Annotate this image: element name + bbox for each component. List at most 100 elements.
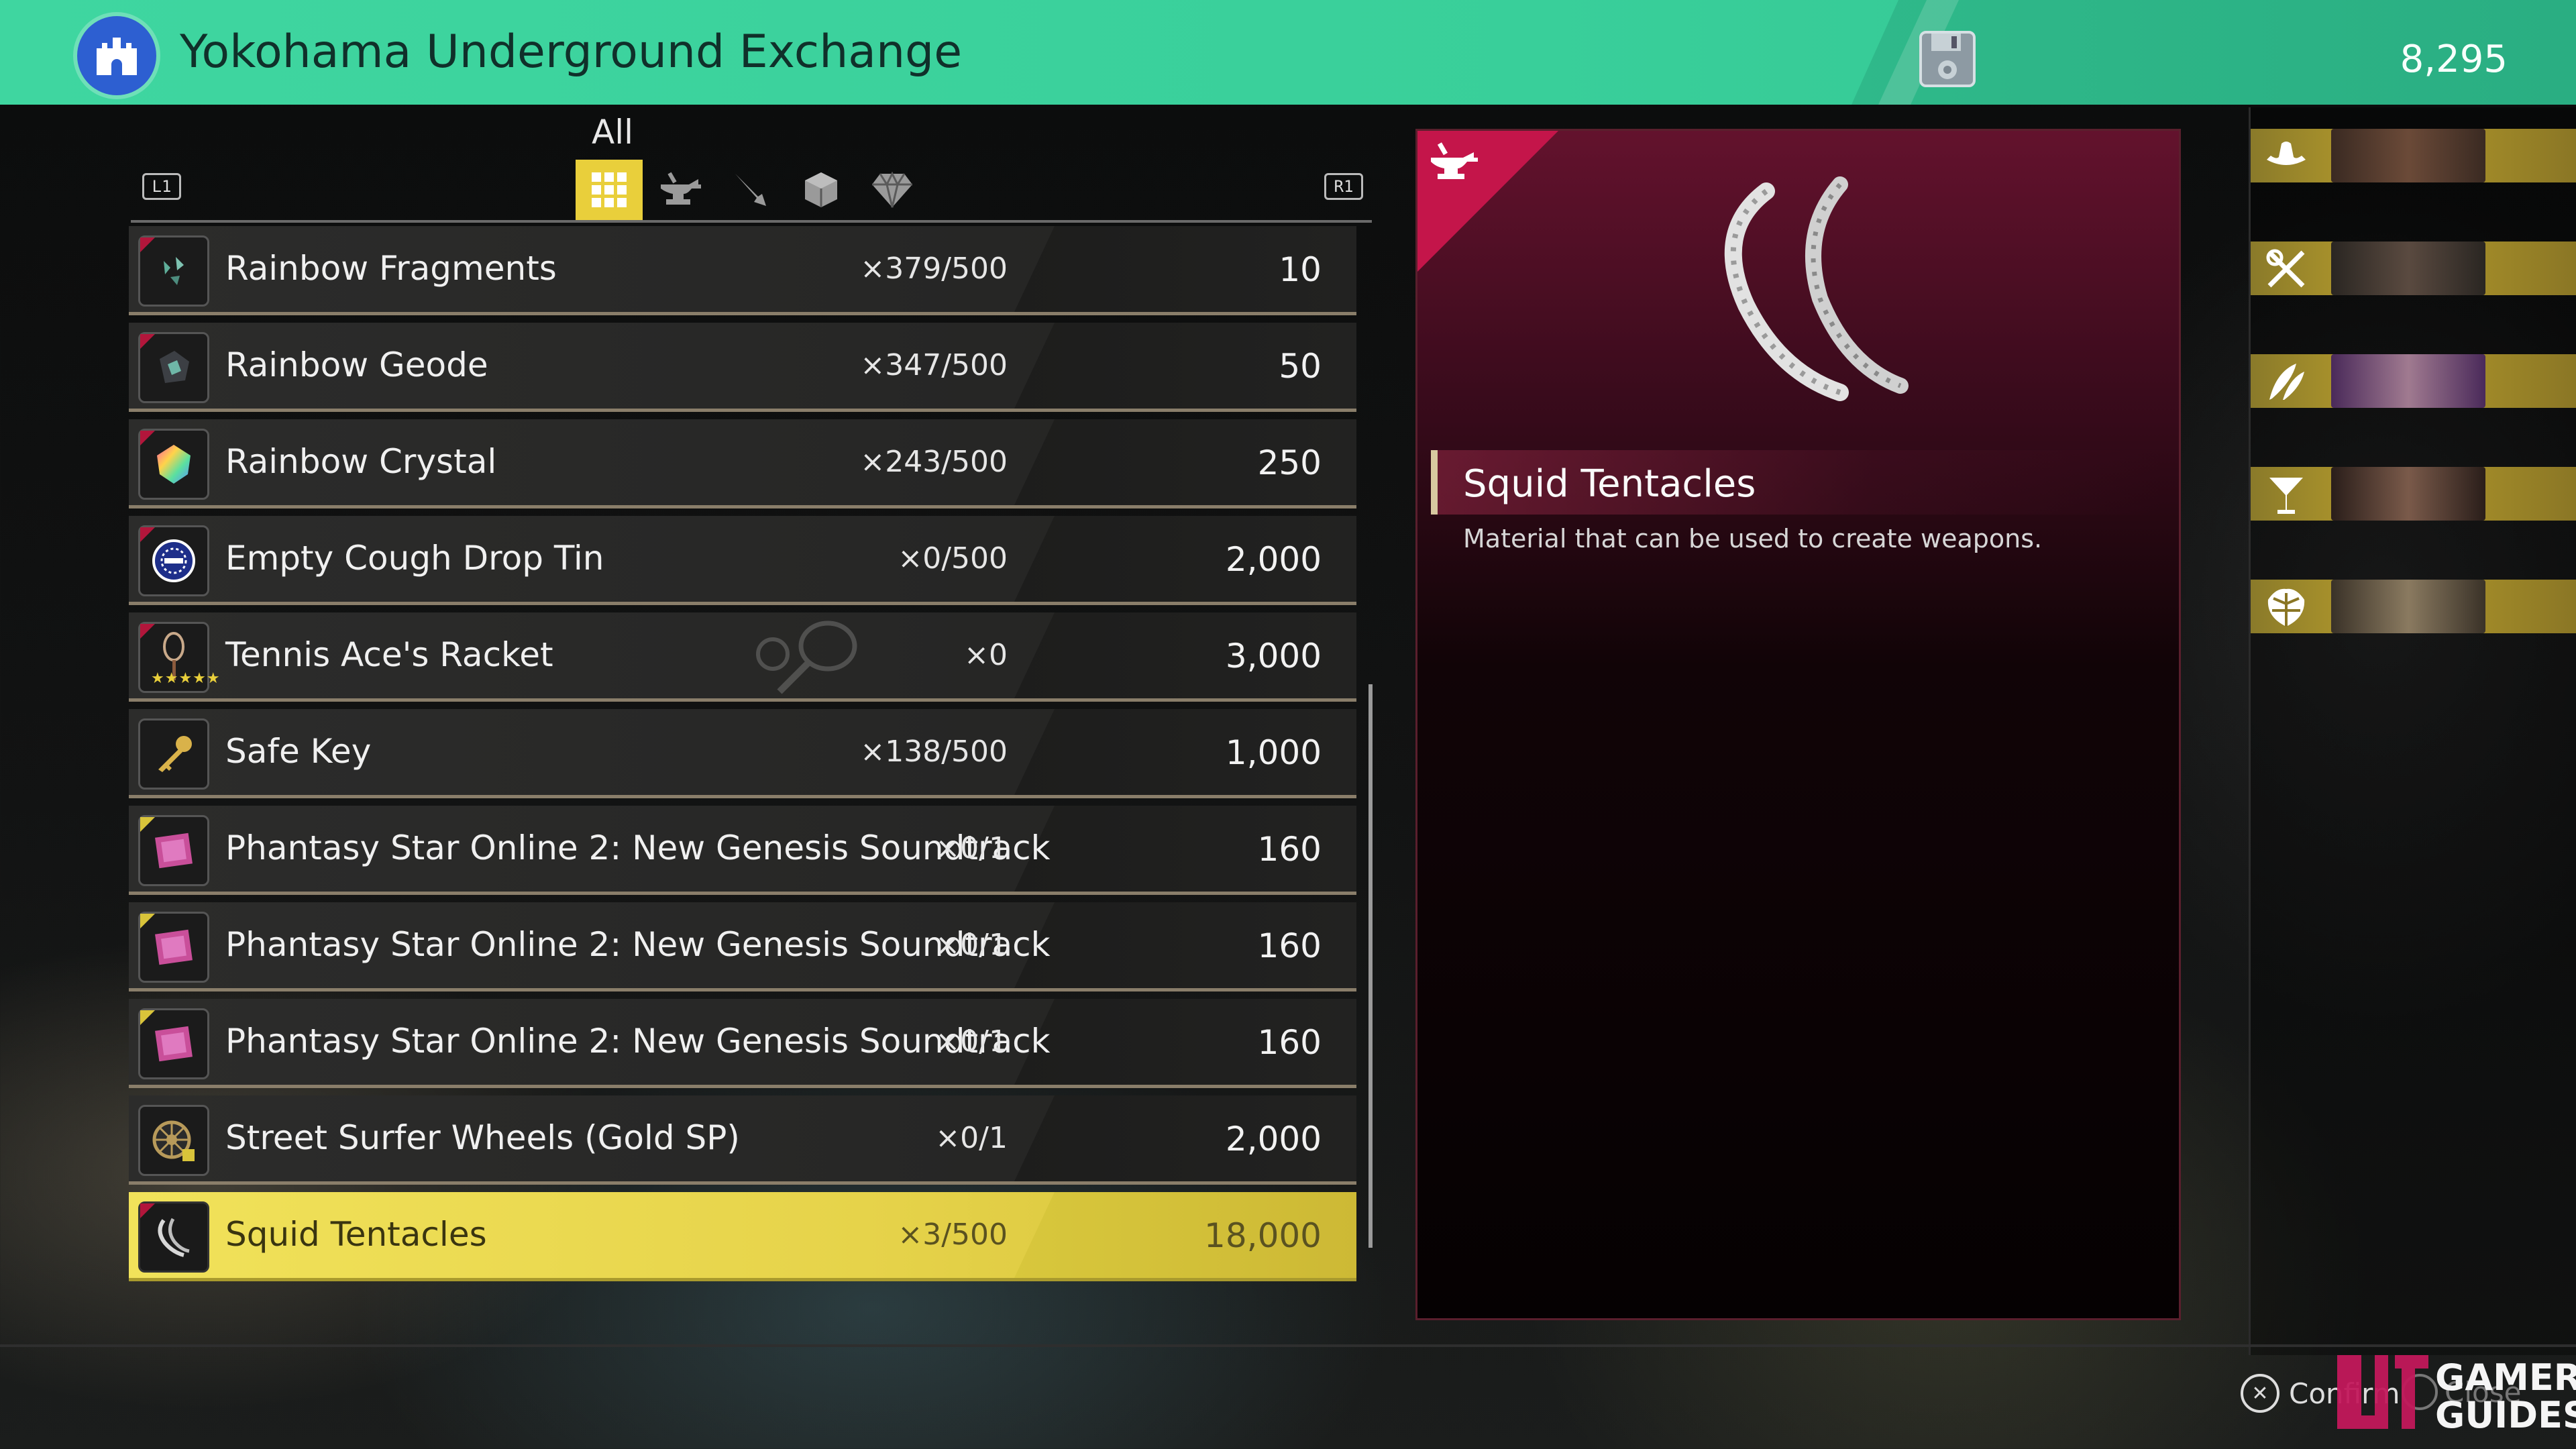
item-price: 18,000: [1204, 1216, 1322, 1255]
item-quantity: ×379/500: [860, 252, 1008, 286]
party-rail: [2249, 107, 2576, 1355]
grid-all-icon: [592, 172, 627, 207]
squid-tentacles-art: [1724, 176, 1909, 401]
item-price: 160: [1257, 926, 1322, 965]
cocktail-icon: [2269, 478, 2303, 514]
soundtrack-disc-icon: [138, 912, 209, 983]
footer-divider: [0, 1344, 2576, 1347]
avatar: [2331, 580, 2485, 633]
shop-title: Yokohama Underground Exchange: [180, 25, 963, 78]
box-icon: [805, 172, 837, 207]
item-detail-panel: Squid Tentacles Material that can be use…: [1415, 129, 2181, 1320]
l1-button[interactable]: L1: [142, 173, 181, 200]
cross-button-icon: ✕: [2241, 1374, 2279, 1413]
cough-drop-tin-icon: [138, 525, 209, 596]
tab-weapons[interactable]: [718, 160, 785, 220]
list-scrollbar[interactable]: [1368, 684, 1373, 1248]
item-name: Phantasy Star Online 2: New Genesis Soun…: [225, 828, 1051, 867]
item-name: Tennis Ace's Racket: [225, 635, 553, 674]
item-quantity: ×138/500: [860, 735, 1008, 769]
anvil-icon: [1431, 142, 1478, 179]
tab-crafting[interactable]: [647, 160, 714, 220]
party-member-5[interactable]: [2251, 580, 2576, 633]
item-quantity: ×0/500: [898, 541, 1008, 576]
list-item[interactable]: Rainbow Fragments ×379/500 10: [129, 226, 1356, 315]
list-item[interactable]: Phantasy Star Online 2: New Genesis Soun…: [129, 902, 1356, 991]
feather-icon: [2269, 364, 2304, 400]
avatar: [2331, 129, 2485, 182]
party-member-4[interactable]: [2251, 467, 2576, 521]
item-name: Rainbow Crystal: [225, 442, 497, 481]
item-quantity: ×0: [964, 638, 1008, 672]
item-quantity: ×0/1: [935, 1121, 1008, 1155]
tab-valuables[interactable]: [859, 160, 926, 220]
item-price: 160: [1257, 830, 1322, 869]
item-quantity: ×0/1: [935, 831, 1008, 865]
tennis-ghost-icon: [756, 621, 857, 694]
crossed-tools-icon: [2266, 249, 2305, 288]
avatar: [2331, 354, 2485, 408]
cowboy-hat-icon: [2267, 142, 2306, 165]
soundtrack-disc-icon: [138, 815, 209, 886]
item-price: 1,000: [1225, 733, 1322, 772]
tab-all[interactable]: [576, 160, 643, 220]
list-item[interactable]: Street Surfer Wheels (Gold SP) ×0/1 2,00…: [129, 1095, 1356, 1185]
item-price: 3,000: [1225, 637, 1322, 676]
party-member-1[interactable]: [2251, 129, 2576, 182]
squid-tentacles-icon: [138, 1201, 209, 1273]
rainbow-geode-icon: [138, 332, 209, 403]
item-list: Rainbow Fragments ×379/500 10 Rainbow Ge…: [129, 226, 1356, 1289]
list-item[interactable]: Phantasy Star Online 2: New Genesis Soun…: [129, 999, 1356, 1088]
castle-icon: [77, 16, 156, 95]
rainbow-fragments-icon: [138, 235, 209, 307]
item-name: Rainbow Fragments: [225, 249, 557, 288]
tab-items[interactable]: [788, 160, 855, 220]
rarity-stars: ★★★★★: [151, 670, 221, 687]
active-tab-label: All: [592, 113, 633, 152]
list-item-selected[interactable]: Squid Tentacles ×3/500 18,000: [129, 1192, 1356, 1281]
list-item[interactable]: Phantasy Star Online 2: New Genesis Soun…: [129, 806, 1356, 895]
tennis-racket-icon: ★★★★★: [138, 622, 220, 693]
item-name: Squid Tentacles: [225, 1215, 487, 1254]
item-quantity: ×0/1: [935, 928, 1008, 962]
item-price: 50: [1279, 347, 1322, 386]
watermark-text: GAMER GUIDES: [2435, 1356, 2576, 1436]
item-name: Empty Cough Drop Tin: [225, 539, 604, 578]
r1-button[interactable]: R1: [1324, 173, 1363, 200]
save-icon[interactable]: [1915, 27, 1980, 91]
item-price: 250: [1257, 443, 1322, 482]
safe-key-icon: [138, 718, 209, 790]
item-name: Street Surfer Wheels (Gold SP): [225, 1118, 740, 1157]
item-price: 160: [1257, 1023, 1322, 1062]
list-item[interactable]: Rainbow Crystal ×243/500 250: [129, 419, 1356, 508]
rainbow-crystal-icon: [138, 429, 209, 500]
item-name: Rainbow Geode: [225, 345, 488, 384]
item-quantity: ×347/500: [860, 348, 1008, 382]
list-item[interactable]: Rainbow Geode ×347/500 50: [129, 323, 1356, 412]
party-member-3[interactable]: [2251, 354, 2576, 408]
list-item[interactable]: Empty Cough Drop Tin ×0/500 2,000: [129, 516, 1356, 605]
knife-icon: [735, 174, 766, 206]
item-quantity: ×3/500: [898, 1218, 1008, 1252]
detail-item-name: Squid Tentacles: [1463, 462, 1756, 506]
item-price: 2,000: [1225, 540, 1322, 579]
gem-icon: [872, 171, 912, 208]
soundtrack-disc-icon: [138, 1008, 209, 1079]
avatar: [2331, 241, 2485, 295]
avatar: [2331, 467, 2485, 521]
item-price: 2,000: [1225, 1120, 1322, 1159]
money-amount: 8,295: [2400, 38, 2508, 81]
list-item[interactable]: Safe Key ×138/500 1,000: [129, 709, 1356, 798]
monstera-leaf-icon: [2267, 588, 2305, 627]
item-name: Phantasy Star Online 2: New Genesis Soun…: [225, 1022, 1051, 1061]
anvil-icon: [661, 172, 701, 205]
item-name: Phantasy Star Online 2: New Genesis Soun…: [225, 925, 1051, 964]
item-quantity: ×0/1: [935, 1024, 1008, 1059]
list-item[interactable]: ★★★★★ Tennis Ace's Racket ×0 3,000: [129, 612, 1356, 702]
party-member-2[interactable]: [2251, 241, 2576, 295]
detail-item-description: Material that can be used to create weap…: [1463, 524, 2043, 553]
item-quantity: ×243/500: [860, 445, 1008, 479]
item-price: 10: [1279, 250, 1322, 289]
item-name: Safe Key: [225, 732, 372, 771]
wheel-icon: [138, 1105, 209, 1176]
